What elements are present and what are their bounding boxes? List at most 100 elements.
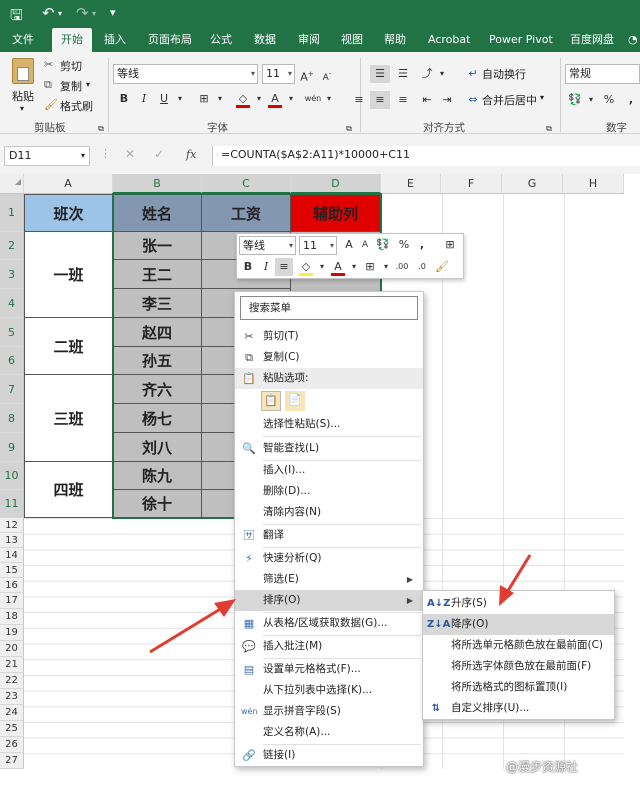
sort-icon-top[interactable]: 将所选格式的图标置顶(I) bbox=[423, 677, 614, 698]
copy-button[interactable]: 复制 bbox=[60, 78, 82, 94]
mini-decrease-decimal-icon[interactable]: .0 bbox=[413, 258, 431, 276]
row-header[interactable]: 16 bbox=[0, 578, 24, 593]
row-header[interactable]: 27 bbox=[0, 753, 24, 769]
menu-item-filter[interactable]: 筛选(E) ▶ bbox=[235, 569, 423, 590]
name-cell[interactable]: 陈九 bbox=[113, 462, 202, 490]
customize-toolbar-icon[interactable]: ▾ bbox=[110, 6, 116, 19]
enter-icon[interactable]: ✓ bbox=[154, 147, 164, 161]
class-cell[interactable]: 一班 bbox=[24, 232, 113, 318]
row-header[interactable]: 3 bbox=[0, 260, 24, 289]
menu-item-cut[interactable]: ✂ 剪切(T) bbox=[235, 326, 423, 347]
menu-item-sort[interactable]: 排序(O) ▶ bbox=[235, 590, 423, 611]
column-header-f[interactable]: F bbox=[441, 174, 502, 194]
tab-formulas[interactable]: 公式 bbox=[210, 28, 232, 52]
name-cell[interactable]: 李三 bbox=[113, 289, 202, 318]
row-header[interactable]: 17 bbox=[0, 593, 24, 609]
tab-review[interactable]: 审阅 bbox=[298, 28, 320, 52]
row-header[interactable]: 20 bbox=[0, 641, 24, 657]
borders-dropdown-icon[interactable]: ▾ bbox=[211, 90, 229, 108]
italic-button[interactable]: I bbox=[135, 90, 153, 108]
class-cell[interactable]: 四班 bbox=[24, 462, 113, 518]
menu-item-copy[interactable]: ⧉ 复制(C) bbox=[235, 347, 423, 368]
tab-home[interactable]: 开始 bbox=[52, 28, 92, 52]
menu-item-insert-comment[interactable]: 💬 插入批注(M) bbox=[235, 636, 423, 657]
name-box[interactable]: D11 ▾ bbox=[4, 146, 90, 166]
menu-item-link[interactable]: 🔗 链接(I) bbox=[235, 745, 423, 766]
column-header-g[interactable]: G bbox=[502, 174, 563, 194]
row-header[interactable]: 6 bbox=[0, 347, 24, 375]
phonetic-dropdown-icon[interactable]: ▾ bbox=[320, 90, 338, 108]
insert-function-button[interactable]: fx bbox=[186, 148, 196, 161]
cancel-icon[interactable]: ✕ bbox=[125, 147, 135, 161]
column-header-d[interactable]: D bbox=[291, 174, 381, 194]
menu-item-format-cells[interactable]: ▤ 设置单元格格式(F)... bbox=[235, 659, 423, 680]
name-cell[interactable]: 孙五 bbox=[113, 347, 202, 375]
increase-indent-icon[interactable]: ⇥ bbox=[438, 91, 456, 109]
tab-page-layout[interactable]: 页面布局 bbox=[148, 28, 192, 52]
name-cell[interactable]: 杨七 bbox=[113, 404, 202, 433]
align-center-icon[interactable]: ≡ bbox=[370, 91, 390, 109]
menu-item-paste-special[interactable]: 选择性粘贴(S)... bbox=[235, 414, 423, 435]
menu-item-insert[interactable]: 插入(I)... bbox=[235, 460, 423, 481]
row-header[interactable]: 2 bbox=[0, 232, 24, 260]
mini-comma-icon[interactable]: , bbox=[413, 236, 431, 254]
row-header[interactable]: 8 bbox=[0, 404, 24, 433]
name-cell[interactable]: 赵四 bbox=[113, 318, 202, 347]
row-header[interactable]: 22 bbox=[0, 673, 24, 689]
row-header[interactable]: 24 bbox=[0, 705, 24, 721]
decrease-indent-icon[interactable]: ⇤ bbox=[418, 91, 436, 109]
merge-dropdown-icon[interactable]: ▾ bbox=[540, 93, 544, 102]
paste-dropdown-icon[interactable]: ▾ bbox=[20, 104, 24, 113]
custom-sort[interactable]: ⇅ 自定义排序(U)... bbox=[423, 698, 614, 719]
name-cell[interactable]: 王二 bbox=[113, 260, 202, 289]
tab-insert[interactable]: 插入 bbox=[104, 28, 126, 52]
paste-icon[interactable] bbox=[12, 58, 34, 84]
underline-dropdown-icon[interactable]: ▾ bbox=[171, 90, 189, 108]
undo-dropdown-icon[interactable]: ▾ bbox=[58, 9, 62, 18]
merge-center-button[interactable]: 合并后居中 bbox=[482, 92, 537, 108]
name-cell[interactable]: 徐十 bbox=[113, 490, 202, 518]
menu-item-define-name[interactable]: 定义名称(A)... bbox=[235, 722, 423, 743]
mini-italic-button[interactable]: I bbox=[257, 258, 275, 276]
percent-button[interactable]: % bbox=[600, 91, 618, 109]
align-left-icon[interactable]: ≡ bbox=[350, 91, 368, 109]
menu-search-input[interactable]: 搜索菜单 bbox=[240, 296, 418, 320]
font-color-dropdown-icon[interactable]: ▾ bbox=[282, 90, 300, 108]
menu-item-phonetic[interactable]: wén 显示拼音字段(S) bbox=[235, 701, 423, 722]
tab-acrobat[interactable]: Acrobat bbox=[428, 28, 470, 52]
menu-item-quick-analysis[interactable]: ⚡ 快速分析(Q) bbox=[235, 548, 423, 569]
mini-font-combo[interactable]: 等线 ▾ bbox=[239, 236, 296, 255]
mini-bold-button[interactable]: B bbox=[239, 258, 257, 276]
row-header[interactable]: 10 bbox=[0, 462, 24, 490]
column-header-h[interactable]: H bbox=[563, 174, 624, 194]
tab-help[interactable]: 帮助 bbox=[384, 28, 406, 52]
column-header-c[interactable]: C bbox=[202, 174, 291, 194]
menu-item-delete[interactable]: 删除(D)... bbox=[235, 481, 423, 502]
mini-increase-decimal-icon[interactable]: .00 bbox=[393, 258, 411, 276]
row-header[interactable]: 13 bbox=[0, 533, 24, 548]
row-header[interactable]: 12 bbox=[0, 518, 24, 533]
sort-cell-color-top[interactable]: 将所选单元格颜色放在最前面(C) bbox=[423, 635, 614, 656]
mini-decrease-font-icon[interactable]: A bbox=[356, 236, 374, 254]
increase-font-icon[interactable]: A+ bbox=[298, 65, 316, 84]
mini-center-icon[interactable]: ≡ bbox=[275, 258, 293, 276]
row-header[interactable]: 21 bbox=[0, 657, 24, 673]
class-cell[interactable]: 三班 bbox=[24, 375, 113, 462]
row-header[interactable]: 5 bbox=[0, 318, 24, 347]
menu-item-smart-lookup[interactable]: 🔍 智能查找(L) bbox=[235, 438, 423, 459]
row-header[interactable]: 19 bbox=[0, 625, 24, 641]
number-format-combo[interactable]: 常规 bbox=[565, 64, 640, 84]
menu-item-clear[interactable]: 清除内容(N) bbox=[235, 502, 423, 523]
font-size-combo[interactable]: 11 ▾ bbox=[262, 64, 295, 84]
format-painter-button[interactable]: 格式刷 bbox=[60, 98, 93, 114]
orientation-dropdown-icon[interactable]: ▾ bbox=[433, 65, 451, 83]
name-cell[interactable]: 张一 bbox=[113, 232, 202, 260]
header-class[interactable]: 班次 bbox=[24, 194, 113, 232]
paste-values-icon[interactable]: 📄 bbox=[285, 391, 305, 411]
cut-button[interactable]: 剪切 bbox=[60, 58, 82, 74]
sort-font-color-top[interactable]: 将所选字体颜色放在最前面(F) bbox=[423, 656, 614, 677]
row-header[interactable]: 1 bbox=[0, 194, 24, 232]
column-header-a[interactable]: A bbox=[24, 174, 113, 194]
font-name-combo[interactable]: 等线 ▾ bbox=[113, 64, 258, 84]
redo-icon[interactable]: ↷ bbox=[76, 4, 89, 22]
